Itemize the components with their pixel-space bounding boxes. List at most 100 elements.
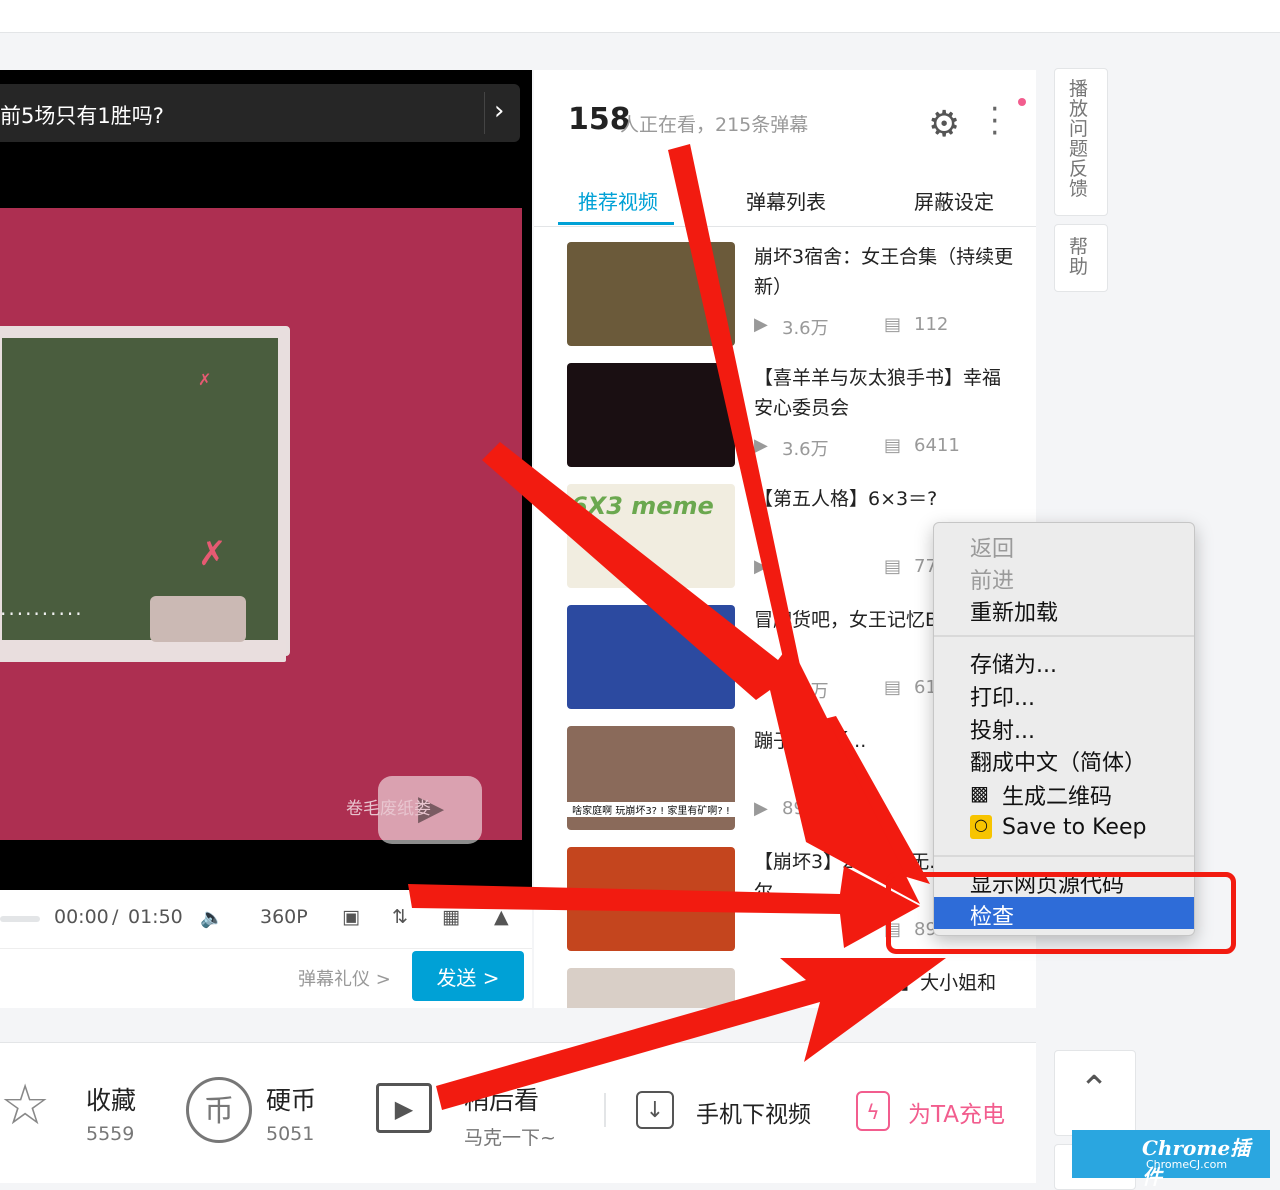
play-count-icon: ▶: [754, 556, 768, 577]
menu-item-forward[interactable]: 前进: [934, 561, 1194, 594]
danmaku-toggle-icon[interactable]: ▣: [342, 906, 360, 928]
next-arrow-icon[interactable]: ›: [494, 96, 504, 126]
video-actions-bar: ☆ 收藏 5559 币 硬币 5051 ▶ 稍后看 马克一下~ ↓ 手机下视频 …: [0, 1042, 1036, 1183]
help-button[interactable]: 帮助: [1054, 224, 1108, 292]
menu-item-reload[interactable]: 重新加载: [934, 593, 1194, 626]
progress-bar[interactable]: [0, 916, 40, 922]
gear-icon[interactable]: ⚙: [928, 104, 960, 145]
site-watermark-logo: Chrome插件 ChromeCJ.com: [1072, 1130, 1270, 1189]
more-options-icon[interactable]: · · ·: [990, 95, 1000, 149]
back-to-top-button[interactable]: ⌃: [1054, 1050, 1136, 1136]
watch-later-button[interactable]: 稍后看 马克一下~: [464, 1081, 556, 1150]
video-thumbnail[interactable]: 6X3 meme: [567, 484, 735, 588]
tab-block-settings[interactable]: 屏蔽设定: [914, 186, 994, 215]
video-thumbnail[interactable]: [567, 242, 735, 346]
qr-code-icon: ▩: [970, 781, 989, 805]
play-count: 89: [782, 798, 805, 819]
watch-later-icon[interactable]: ▶: [376, 1083, 432, 1133]
list-item[interactable]: 崩坏3宿舍：女王合集（持续更新） ▶ 3.6万 ▤ 112: [534, 242, 1036, 358]
online-text: 人正在看，215条弹幕: [620, 114, 809, 136]
charge-icon[interactable]: ϟ: [856, 1091, 890, 1131]
menu-separator: [934, 855, 1194, 857]
menu-item-back-label: 返回: [970, 537, 1015, 562]
menu-item-qrcode[interactable]: ▩ 生成二维码: [934, 777, 1194, 810]
logo-subtitle: ChromeCJ.com: [1146, 1158, 1228, 1171]
thumb-caption: 6X3 meme: [571, 492, 714, 520]
menu-item-save-to-keep-label: Save to Keep: [1002, 815, 1147, 840]
chevron-up-icon: ⌃: [1079, 1069, 1110, 1110]
quality-selector[interactable]: 360P: [260, 906, 308, 928]
menu-item-translate-label: 翻成中文（简体）: [970, 751, 1147, 776]
menu-item-forward-label: 前进: [970, 569, 1015, 594]
favorite-button[interactable]: 收藏 5559: [86, 1081, 136, 1145]
send-danmaku-button[interactable]: 发送 >: [412, 951, 524, 1001]
feedback-label: 播放问题反馈: [1069, 78, 1089, 200]
menu-item-print[interactable]: 打印...: [934, 678, 1194, 711]
tab-danmaku-list[interactable]: 弹幕列表: [746, 186, 826, 215]
rec-title[interactable]: 【第五人格】6×3＝?: [754, 484, 1014, 514]
time-current: 00:00: [54, 906, 109, 928]
sidebar-tabs: 推荐视频 弹幕列表 屏蔽设定: [534, 170, 1036, 227]
menu-item-cast-label: 投射...: [970, 719, 1035, 744]
play-count-icon: ▶: [754, 677, 768, 698]
divider: [604, 1093, 606, 1127]
play-count: 3.6万: [782, 318, 829, 339]
time-total: 01:50: [128, 906, 183, 928]
favorite-label: 收藏: [86, 1086, 137, 1115]
inspect-highlight-box: [886, 872, 1236, 954]
danmaku-send-bar: 弹幕礼仪 > 发送 >: [0, 948, 532, 1008]
video-watermark: 卷毛废纸娄: [346, 799, 431, 819]
coin-button[interactable]: 硬币 5051: [266, 1081, 316, 1145]
watch-later-label: 稍后看: [464, 1086, 540, 1115]
video-frame[interactable]: ·········· ✗ ✗ ▶ 卷毛废纸娄: [0, 208, 522, 844]
mobile-download-button[interactable]: 手机下视频: [696, 1095, 811, 1129]
play-count: 3.2万: [782, 681, 829, 702]
rec-title[interactable]: 崩坏3宿舍：女王合集（持续更新）: [754, 242, 1014, 302]
danmaku-count-icon: ▤: [884, 435, 902, 456]
menu-item-print-label: 打印...: [970, 686, 1035, 711]
video-thumbnail[interactable]: [567, 968, 735, 1008]
tab-recommended[interactable]: 推荐视频: [578, 186, 658, 215]
rec-title[interactable]: 【喜羊羊与灰太狼手书】幸福安心委员会: [754, 363, 1014, 423]
video-thumbnail[interactable]: 啥家庭啊 玩崩坏3? ! 家里有矿啊? !: [567, 726, 735, 830]
video-thumbnail[interactable]: [567, 605, 735, 709]
chalkboard-ledge: [0, 640, 286, 662]
download-icon[interactable]: ↓: [636, 1091, 674, 1129]
widescreen-icon[interactable]: ▦: [442, 906, 460, 928]
video-player[interactable]: 前5场只有1胜吗? › ·········· ✗ ✗ ▶ 卷毛废纸娄 00:00…: [0, 70, 532, 1008]
thumb-caption: 啥家庭啊 玩崩坏3? ! 家里有矿啊? !: [567, 802, 735, 817]
help-label: 帮助: [1069, 236, 1089, 278]
menu-item-save-as[interactable]: 存储为...: [934, 645, 1194, 678]
notification-dot: [1018, 98, 1026, 106]
menu-item-qrcode-label: 生成二维码: [1002, 785, 1113, 810]
list-item[interactable]: ...书】大小姐和: [534, 968, 1036, 1008]
menu-item-back[interactable]: 返回: [934, 529, 1194, 562]
playback-feedback-button[interactable]: 播放问题反馈: [1054, 68, 1108, 216]
play-count-icon: ▶: [754, 435, 768, 456]
coin-icon[interactable]: 币: [186, 1077, 252, 1143]
video-thumbnail[interactable]: [567, 363, 735, 467]
play-count-icon: ▶: [754, 798, 768, 819]
watch-later-hint: 马克一下~: [464, 1127, 556, 1149]
charge-button[interactable]: 为TA充电: [908, 1095, 1005, 1129]
rec-title[interactable]: ...书】大小姐和: [864, 968, 1024, 998]
fullscreen-icon[interactable]: ▲: [494, 906, 509, 928]
loop-icon[interactable]: ⇅: [392, 906, 408, 928]
star-icon[interactable]: ☆: [0, 1073, 74, 1147]
video-thumbnail[interactable]: [567, 847, 735, 951]
menu-item-save-to-keep[interactable]: ○ Save to Keep: [934, 813, 1194, 845]
play-count: 3.6万: [782, 439, 829, 460]
menu-item-translate[interactable]: 翻成中文（简体）: [934, 743, 1194, 776]
title-divider: [484, 92, 485, 134]
top-navigation-bar: [0, 0, 1280, 33]
coin-label: 硬币: [266, 1086, 317, 1115]
video-title-bar: 前5场只有1胜吗? ›: [0, 84, 520, 142]
menu-item-cast[interactable]: 投射...: [934, 711, 1194, 744]
danmaku-etiquette-link[interactable]: 弹幕礼仪 >: [298, 965, 391, 991]
volume-icon[interactable]: 🔈: [200, 906, 224, 929]
coin-count: 5051: [266, 1123, 315, 1145]
chalk-x-mark: ✗: [198, 534, 227, 574]
chalk-dots: ··········: [0, 602, 84, 626]
list-item[interactable]: 【喜羊羊与灰太狼手书】幸福安心委员会 ▶ 3.6万 ▤ 6411: [534, 363, 1036, 479]
chalk-x-mark-small: ✗: [198, 370, 212, 389]
